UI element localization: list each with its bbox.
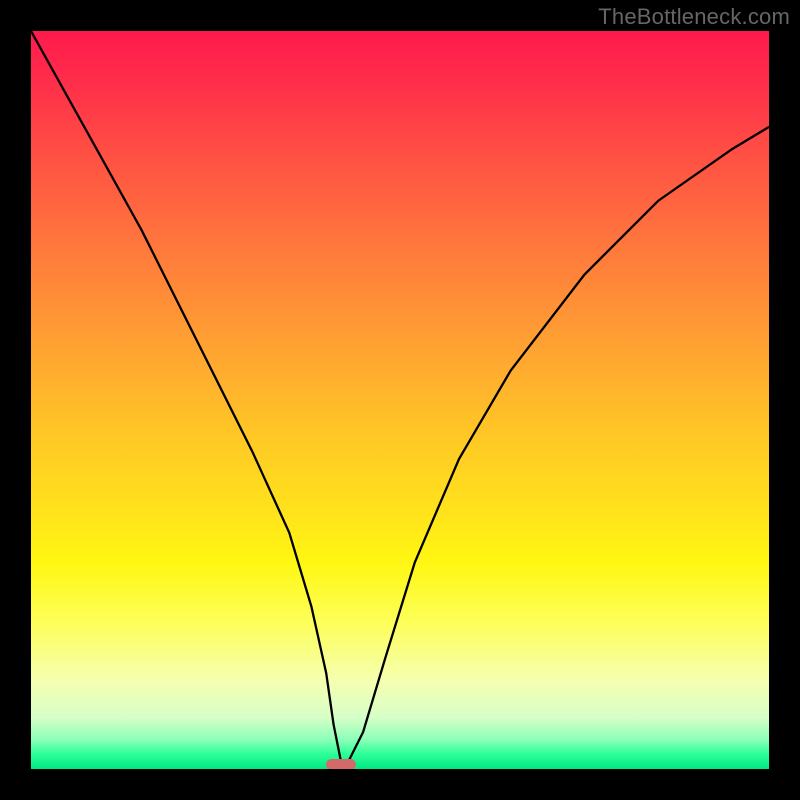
minimum-marker <box>326 759 356 769</box>
plot-area <box>31 31 769 769</box>
chart-frame: TheBottleneck.com <box>0 0 800 800</box>
watermark-text: TheBottleneck.com <box>598 4 790 30</box>
bottleneck-curve <box>31 31 769 769</box>
